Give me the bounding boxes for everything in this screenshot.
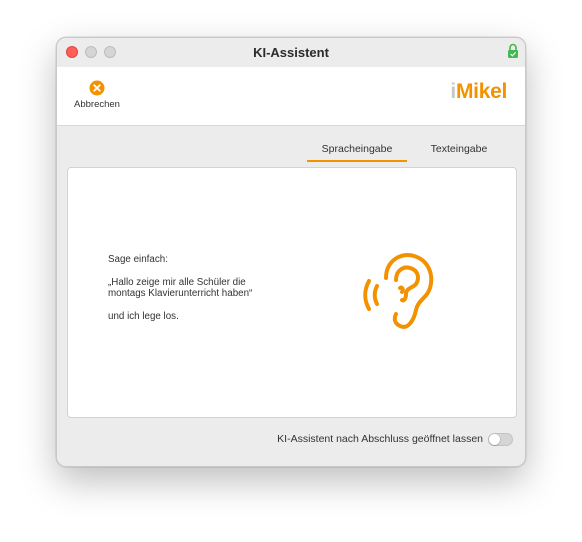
imikel-logo: iMikel: [450, 80, 507, 103]
speech-input-panel: Sage einfach: „Hallo zeige mir alle Schü…: [67, 167, 517, 418]
window-title: KI-Assistent: [253, 45, 329, 60]
prompt-outro: und ich lege los.: [108, 310, 179, 322]
titlebar[interactable]: KI-Assistent: [57, 38, 525, 67]
close-circle-icon: [89, 80, 105, 96]
toolbar: Abbrechen iMikel: [57, 67, 525, 126]
cancel-button[interactable]: Abbrechen: [67, 80, 127, 118]
toggle-knob: [489, 433, 500, 445]
lock-icon: [508, 43, 518, 58]
content-area: Spracheingabe Texteingabe Sage einfach: …: [57, 126, 525, 466]
ki-assistent-window: KI-Assistent Abbrechen iMikel Spracheing…: [56, 37, 526, 467]
voice-prompt-text: Sage einfach: „Hallo zeige mir alle Schü…: [108, 254, 278, 333]
input-mode-tabs: Spracheingabe Texteingabe: [307, 142, 507, 162]
prompt-example: „Hallo zeige mir alle Schüler die montag…: [108, 276, 253, 300]
cancel-button-label: Abbrechen: [74, 99, 120, 110]
keep-open-row: KI-Assistent nach Abschluss geöffnet las…: [277, 431, 513, 447]
keep-open-toggle[interactable]: [488, 432, 513, 446]
tab-spracheingabe[interactable]: Spracheingabe: [307, 142, 407, 162]
keep-open-label: KI-Assistent nach Abschluss geöffnet las…: [277, 433, 483, 445]
tab-texteingabe[interactable]: Texteingabe: [411, 142, 507, 162]
ear-icon: [363, 253, 434, 329]
prompt-intro: Sage einfach:: [108, 254, 168, 265]
